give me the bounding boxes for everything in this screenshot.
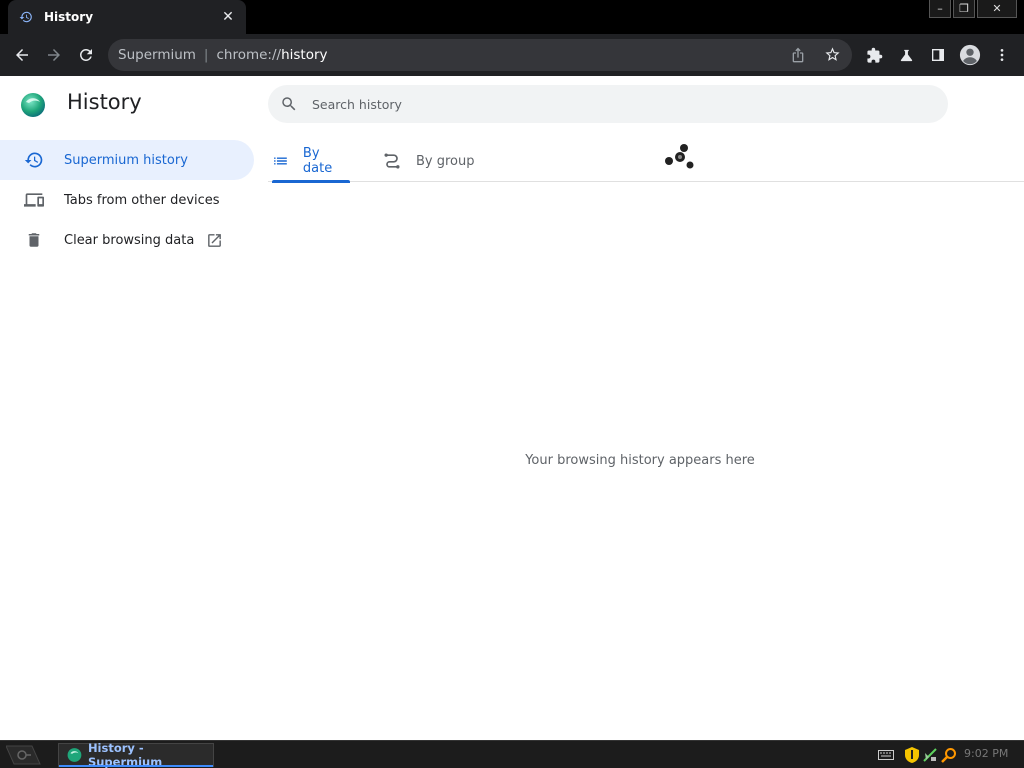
search-tray-icon[interactable] (941, 747, 957, 763)
arrow-right-icon (48, 49, 60, 61)
account-icon (959, 44, 981, 66)
restore-button[interactable]: ❐ (953, 0, 975, 18)
security-shield-icon[interactable] (904, 747, 920, 763)
flask-icon (900, 49, 912, 61)
active-tab-indicator (272, 180, 350, 183)
start-menu-icon (6, 745, 41, 765)
extensions-button[interactable] (858, 39, 890, 71)
os-taskbar: History - Supermium 9:02 PM (0, 740, 1024, 768)
side-panel-icon (932, 49, 944, 61)
search-box[interactable] (268, 85, 948, 123)
bookmark-star-icon[interactable] (824, 46, 841, 67)
group-icon (384, 153, 400, 169)
supermium-logo-icon (67, 748, 82, 762)
taskbar-item-supermium[interactable]: History - Supermium (58, 741, 214, 768)
tab-by-group[interactable]: By group (382, 140, 482, 182)
start-button[interactable] (4, 744, 44, 766)
sidebar-item-label: Clear browsing data (64, 232, 195, 248)
puzzle-icon (866, 47, 882, 63)
sidebar-item-tabs-from-other-devices[interactable]: Tabs from other devices (0, 180, 254, 220)
close-window-button[interactable]: ✕ (977, 0, 1017, 18)
history-icon (18, 9, 34, 25)
sidebar-item-clear-browsing-data[interactable]: Clear browsing data (0, 220, 254, 260)
history-page: History Supermium history Tabs from othe… (0, 76, 1024, 740)
trash-icon (24, 230, 44, 250)
share-icon[interactable] (790, 47, 806, 67)
list-icon (274, 157, 287, 165)
address-separator: | (203, 47, 209, 63)
back-button[interactable] (6, 39, 38, 71)
forward-button[interactable] (38, 39, 70, 71)
sidebar-item-label: Tabs from other devices (64, 192, 220, 208)
active-task-indicator (59, 765, 213, 767)
open-in-new-icon (206, 231, 224, 249)
more-vert-icon (1000, 49, 1004, 61)
sidebar-item-label: Supermium history (64, 152, 188, 168)
url-path: history (281, 47, 328, 63)
browser-tab-history[interactable]: History ✕ (8, 0, 246, 34)
network-icon[interactable] (922, 747, 938, 763)
labs-button[interactable] (890, 39, 922, 71)
site-label: Supermium (118, 47, 196, 63)
arrow-left-icon (16, 49, 28, 61)
profile-button[interactable] (954, 39, 986, 71)
history-icon (24, 150, 44, 170)
view-tabs: By date By group (268, 140, 1024, 183)
devices-icon (24, 190, 44, 210)
tab-strip: History ✕ – ❐ ✕ (0, 0, 1024, 34)
reload-icon (79, 48, 92, 61)
search-icon (282, 97, 296, 111)
side-panel-button[interactable] (922, 39, 954, 71)
url-scheme: chrome:// (216, 47, 282, 63)
menu-button[interactable] (986, 39, 1018, 71)
tab-close-icon[interactable]: ✕ (220, 9, 236, 25)
tab-by-date[interactable]: By date (272, 140, 350, 183)
loading-spinner-icon (665, 144, 694, 169)
taskbar-item-label: History - Supermium (87, 741, 163, 768)
screen: History ✕ – ❐ ✕ Supermium | chrome:// hi… (0, 0, 1024, 768)
tab-label: By date (302, 146, 333, 176)
minimize-button[interactable]: – (929, 0, 951, 18)
supermium-logo-icon (21, 93, 45, 117)
search-input[interactable] (312, 96, 872, 112)
browser-toolbar: Supermium | chrome:// history (0, 34, 1024, 76)
tab-label: By group (416, 153, 475, 169)
page-title: History (67, 90, 142, 114)
tab-title: History (44, 10, 94, 24)
reload-button[interactable] (70, 39, 102, 71)
keyboard-icon[interactable] (878, 747, 894, 763)
taskbar-clock: 9:02 PM (964, 747, 1009, 760)
sidebar-item-supermium-history[interactable]: Supermium history (0, 140, 254, 180)
empty-state-message: Your browsing history appears here (525, 453, 755, 468)
address-bar[interactable]: Supermium | chrome:// history (108, 39, 852, 71)
